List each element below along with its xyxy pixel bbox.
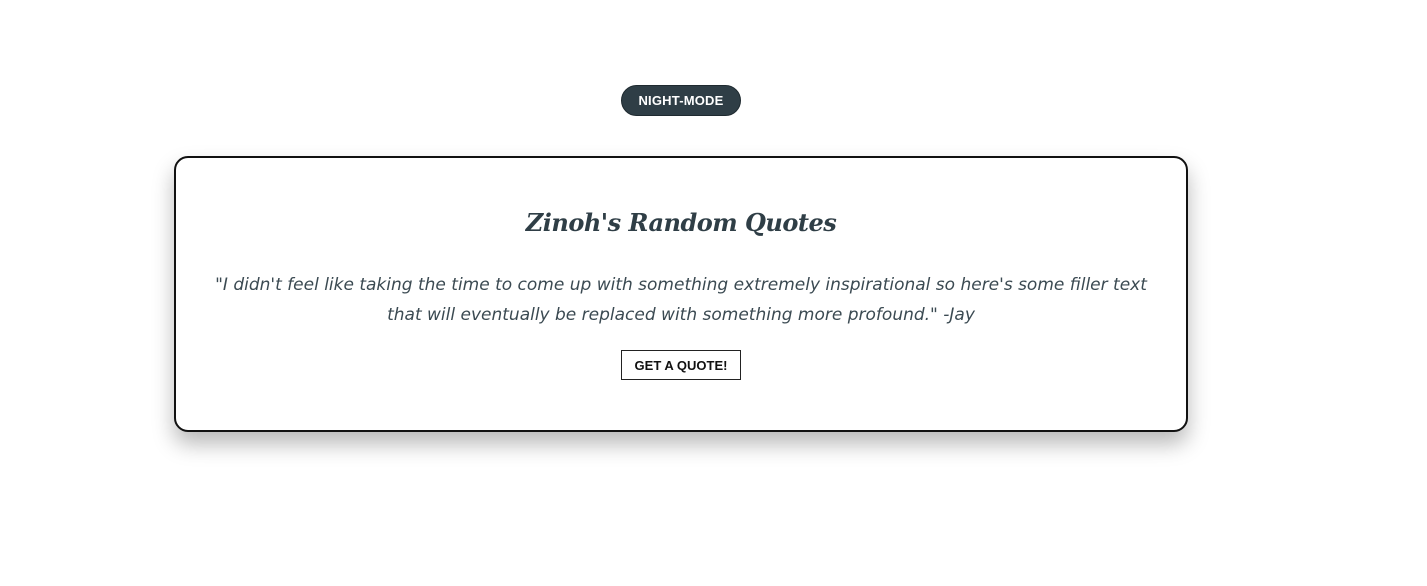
- quote-card: Zinoh's Random Quotes "I didn't feel lik…: [174, 156, 1188, 432]
- night-mode-button[interactable]: NIGHT-MODE: [621, 85, 741, 116]
- get-quote-button[interactable]: GET A QUOTE!: [621, 350, 741, 380]
- page-title: Zinoh's Random Quotes: [525, 208, 837, 237]
- quote-text: "I didn't feel like taking the time to c…: [215, 275, 1147, 325]
